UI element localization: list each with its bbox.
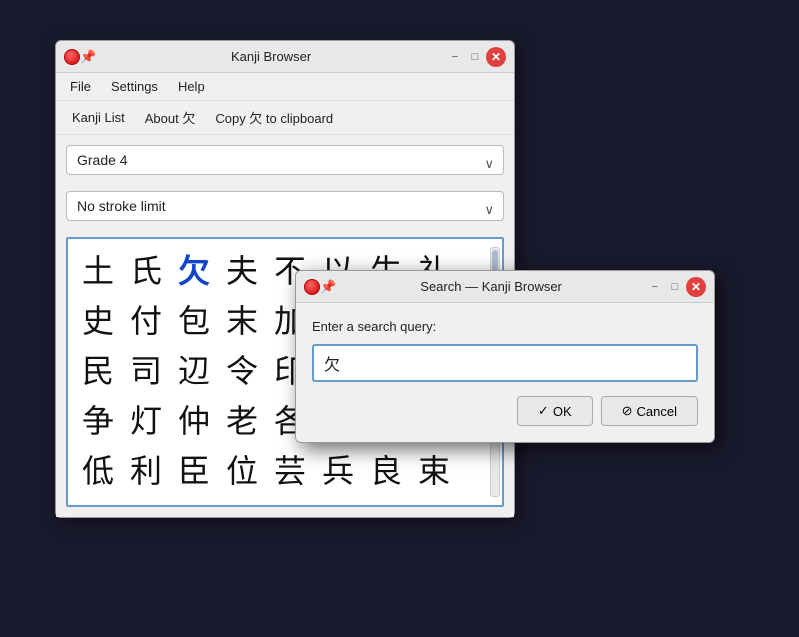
search-maximize-button[interactable]: □ xyxy=(666,278,684,296)
stroke-dropdown[interactable]: No stroke limit 1 stroke 2 strokes 3 str… xyxy=(66,191,504,221)
search-window-controls: − □ ✕ xyxy=(646,277,706,297)
pin-icon: 📌 xyxy=(80,49,96,65)
app-icon xyxy=(64,49,80,65)
kanji-char[interactable]: 辺 xyxy=(172,347,216,391)
kanji-row-6: と 以 折 損 別 义 沙 化 xyxy=(76,497,494,507)
kanji-char[interactable]: 土 xyxy=(76,247,120,291)
kanji-char[interactable]: 束 xyxy=(412,447,456,491)
menubar: File Settings Help xyxy=(56,73,514,101)
kanji-char[interactable]: 芸 xyxy=(268,447,312,491)
search-titlebar: 📌 Search — Kanji Browser − □ ✕ xyxy=(296,271,714,303)
kanji-char[interactable]: 灯 xyxy=(124,397,168,441)
menu-settings[interactable]: Settings xyxy=(103,76,166,97)
search-buttons: ✓ OK ⊘ Cancel xyxy=(312,396,698,426)
kanji-char[interactable]: 付 xyxy=(124,297,168,341)
kanji-char[interactable]: と xyxy=(76,497,120,507)
ok-label: OK xyxy=(553,404,572,419)
kanji-char[interactable]: 义 xyxy=(316,497,360,507)
ok-button[interactable]: ✓ OK xyxy=(517,396,593,426)
kanji-char[interactable]: 仲 xyxy=(172,397,216,441)
kanji-char-selected[interactable]: 欠 xyxy=(172,247,216,291)
grade-dropdown-wrapper: Grade 4 Grade 1 Grade 2 Grade 3 Grade 5 … xyxy=(66,145,504,183)
toolbar: Kanji List About 欠 Copy 欠 to clipboard xyxy=(56,101,514,135)
kanji-char[interactable]: 良 xyxy=(364,447,408,491)
kanji-char[interactable]: 末 xyxy=(220,297,264,341)
search-close-button[interactable]: ✕ xyxy=(686,277,706,297)
kanji-char[interactable]: 臣 xyxy=(172,447,216,491)
toolbar-copy-clipboard[interactable]: Copy 欠 to clipboard xyxy=(207,105,341,130)
kanji-char[interactable]: 氏 xyxy=(124,247,168,291)
search-dialog-title: Search — Kanji Browser xyxy=(336,279,646,294)
grade-dropdown[interactable]: Grade 4 Grade 1 Grade 2 Grade 3 Grade 5 … xyxy=(66,145,504,175)
kanji-char[interactable]: 老 xyxy=(220,397,264,441)
kanji-char[interactable]: 折 xyxy=(172,497,216,507)
kanji-char[interactable]: 包 xyxy=(172,297,216,341)
kanji-char[interactable]: 司 xyxy=(124,347,168,391)
kanji-char[interactable]: 夫 xyxy=(220,247,264,291)
kanji-char[interactable]: 化 xyxy=(412,497,456,507)
kanji-char[interactable]: 争 xyxy=(76,397,120,441)
kanji-char[interactable]: 利 xyxy=(124,447,168,491)
search-minimize-button[interactable]: − xyxy=(646,278,664,296)
kanji-char[interactable]: 低 xyxy=(76,447,120,491)
close-button[interactable]: ✕ xyxy=(486,47,506,67)
main-titlebar: 📌 Kanji Browser − □ ✕ xyxy=(56,41,514,73)
menu-help[interactable]: Help xyxy=(170,76,213,97)
search-pin-icon: 📌 xyxy=(320,279,336,295)
kanji-char[interactable]: 別 xyxy=(268,497,312,507)
kanji-char[interactable]: 史 xyxy=(76,297,120,341)
search-body: Enter a search query: ✓ OK ⊘ Cancel xyxy=(296,303,714,442)
search-input[interactable] xyxy=(312,344,698,382)
kanji-char[interactable]: 民 xyxy=(76,347,120,391)
kanji-row-5: 低 利 臣 位 芸 兵 良 束 xyxy=(76,447,494,491)
search-label: Enter a search query: xyxy=(312,319,698,334)
kanji-char[interactable]: 損 xyxy=(220,497,264,507)
toolbar-kanji-list[interactable]: Kanji List xyxy=(64,107,133,128)
kanji-char[interactable]: 位 xyxy=(220,447,264,491)
search-app-icon xyxy=(304,279,320,295)
kanji-char[interactable]: 以 xyxy=(124,497,168,507)
main-window-controls: − □ ✕ xyxy=(446,47,506,67)
cancel-label: Cancel xyxy=(637,404,677,419)
stroke-dropdown-wrapper: No stroke limit 1 stroke 2 strokes 3 str… xyxy=(66,191,504,229)
check-icon: ✓ xyxy=(538,403,549,419)
cancel-icon: ⊘ xyxy=(622,403,633,419)
main-window-title: Kanji Browser xyxy=(96,49,446,64)
search-dialog: 📌 Search — Kanji Browser − □ ✕ Enter a s… xyxy=(295,270,715,443)
kanji-char[interactable]: 兵 xyxy=(316,447,360,491)
maximize-button[interactable]: □ xyxy=(466,48,484,66)
minimize-button[interactable]: − xyxy=(446,48,464,66)
kanji-char[interactable]: 沙 xyxy=(364,497,408,507)
kanji-char[interactable]: 令 xyxy=(220,347,264,391)
cancel-button[interactable]: ⊘ Cancel xyxy=(601,396,698,426)
menu-file[interactable]: File xyxy=(62,76,99,97)
toolbar-about[interactable]: About 欠 xyxy=(137,105,204,130)
